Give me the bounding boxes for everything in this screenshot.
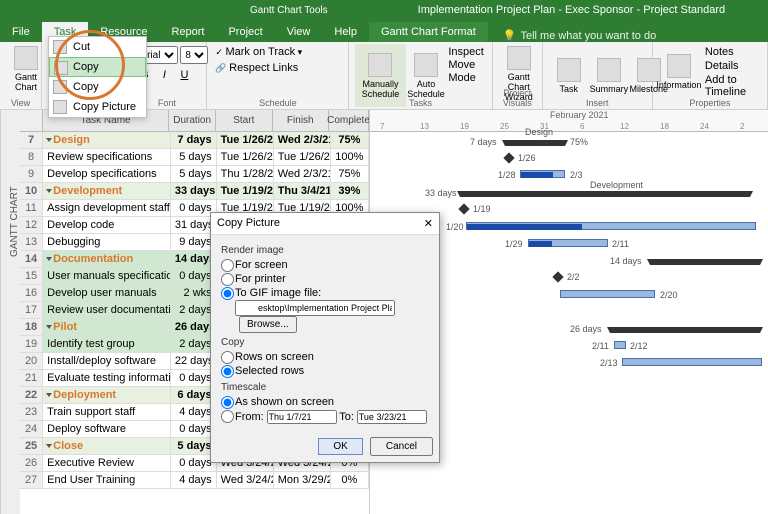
- milestone-1[interactable]: [503, 152, 514, 163]
- opt-rows-screen[interactable]: Rows on screen: [221, 350, 429, 364]
- col-complete[interactable]: Complete: [329, 110, 369, 131]
- paste-dropdown-menu: Cut Copy Copy Copy Picture: [48, 36, 147, 118]
- view-sidebar[interactable]: GANTT CHART: [0, 110, 20, 514]
- gantt-chart-button[interactable]: Gantt Chart: [6, 44, 46, 94]
- cut-icon: [53, 40, 67, 54]
- tools-label: Gantt Chart Tools: [250, 5, 328, 16]
- bar-dev-spec[interactable]: [520, 170, 565, 178]
- respect-links-button[interactable]: 🔗 Respect Links: [213, 60, 342, 76]
- wizard-icon: [507, 46, 531, 70]
- bar-develop-code[interactable]: [466, 222, 756, 230]
- timescale-section: Timescale: [221, 382, 429, 393]
- milestone-2[interactable]: [458, 203, 469, 214]
- bar-install[interactable]: [622, 358, 762, 366]
- gantt-icon: [14, 46, 38, 70]
- opt-as-shown[interactable]: As shown on screen: [221, 395, 429, 409]
- bar-pilot[interactable]: [610, 327, 760, 333]
- bar-documentation[interactable]: [650, 259, 760, 265]
- inspect-button[interactable]: Inspect: [448, 46, 483, 58]
- browse-button[interactable]: Browse...: [239, 316, 297, 333]
- mode-button[interactable]: Mode: [448, 72, 483, 84]
- copy-picture-icon: [53, 100, 67, 114]
- group-insert-label: Insert: [543, 98, 652, 108]
- bar-identify[interactable]: [614, 341, 626, 349]
- bar-debug[interactable]: [528, 239, 608, 247]
- tab-format[interactable]: Gantt Chart Format: [369, 22, 488, 42]
- copy-picture-dialog: Copy Picture ✕ Render image For screen F…: [210, 212, 440, 463]
- milestone-3[interactable]: [552, 271, 563, 282]
- move-button[interactable]: Move: [448, 59, 483, 71]
- add-timeline-button[interactable]: Add to Timeline: [705, 74, 759, 98]
- opt-for-screen[interactable]: For screen: [221, 258, 429, 272]
- group-view-label: View: [0, 98, 41, 108]
- opt-to-gif[interactable]: To GIF image file:: [221, 286, 429, 300]
- bar-development[interactable]: [460, 191, 750, 197]
- task-row[interactable]: 7Design7 daysTue 1/26/21Wed 2/3/2175%: [20, 132, 369, 149]
- lightbulb-icon: 💡: [503, 29, 517, 42]
- copy-icon: [53, 80, 67, 94]
- underline-button[interactable]: U: [175, 66, 193, 84]
- menu-copy-alt[interactable]: Copy: [49, 77, 146, 97]
- task-row[interactable]: 8Review specifications5 daysTue 1/26/21T…: [20, 149, 369, 166]
- task-row[interactable]: 10Development33 daysTue 1/19/21Thu 3/4/2…: [20, 183, 369, 200]
- opt-selected-rows[interactable]: Selected rows: [221, 364, 429, 378]
- task-row[interactable]: 9Develop specifications5 daysThu 1/28/21…: [20, 166, 369, 183]
- summary-icon: [597, 58, 621, 82]
- notes-button[interactable]: Notes: [705, 46, 759, 58]
- copy-icon: [54, 61, 68, 75]
- group-props-label: Properties: [653, 98, 767, 108]
- cancel-button[interactable]: Cancel: [370, 437, 433, 456]
- tab-project[interactable]: Project: [216, 22, 274, 42]
- from-date-input[interactable]: [267, 410, 337, 424]
- col-id[interactable]: [20, 110, 43, 131]
- task-icon: [557, 58, 581, 82]
- menu-cut[interactable]: Cut: [49, 37, 146, 57]
- mark-on-track-button[interactable]: ✓ Mark on Track ▾: [215, 46, 302, 58]
- menu-copy-picture[interactable]: Copy Picture: [49, 97, 146, 117]
- col-start[interactable]: Start: [216, 110, 272, 131]
- italic-button[interactable]: I: [155, 66, 173, 84]
- tab-file[interactable]: File: [0, 22, 42, 42]
- details-button[interactable]: Details: [705, 60, 759, 72]
- dialog-title: Copy Picture: [217, 217, 280, 230]
- col-duration[interactable]: Duration: [169, 110, 216, 131]
- col-finish[interactable]: Finish: [273, 110, 329, 131]
- information-button[interactable]: Information: [659, 44, 699, 100]
- opt-for-printer[interactable]: For printer: [221, 272, 429, 286]
- info-icon: [667, 54, 691, 78]
- to-date-input[interactable]: [357, 410, 427, 424]
- group-visuals-label: Project Visuals: [493, 88, 542, 108]
- group-schedule-label: Schedule: [207, 98, 348, 108]
- gantt-timescale: February 2021 7 13 19 25 31 6 12 18 24 2: [370, 110, 768, 132]
- group-tasks-label: Tasks: [349, 98, 492, 108]
- task-row[interactable]: 27End User Training4 daysWed 3/24/21Mon …: [20, 472, 369, 489]
- opt-from[interactable]: From: To:: [221, 409, 429, 425]
- dialog-close-button[interactable]: ✕: [424, 217, 433, 230]
- tab-view[interactable]: View: [275, 22, 323, 42]
- render-section: Render image: [221, 245, 429, 256]
- month-label: February 2021: [550, 110, 609, 120]
- tab-help[interactable]: Help: [322, 22, 369, 42]
- font-size-select[interactable]: 8: [180, 46, 208, 64]
- manual-icon: [368, 53, 392, 77]
- window-title: Implementation Project Plan - Exec Spons…: [418, 4, 726, 16]
- gif-path-input[interactable]: [235, 300, 395, 316]
- copy-section: Copy: [221, 337, 429, 348]
- bar-design[interactable]: [505, 140, 565, 146]
- tell-me[interactable]: 💡 Tell me what you want to do: [503, 29, 656, 42]
- titlebar: Gantt Chart Tools Implementation Project…: [0, 0, 768, 20]
- auto-icon: [414, 53, 438, 77]
- ok-button[interactable]: OK: [318, 438, 362, 455]
- menu-copy[interactable]: Copy: [49, 57, 146, 77]
- bar-dev-manuals[interactable]: [560, 290, 655, 298]
- tab-report[interactable]: Report: [159, 22, 216, 42]
